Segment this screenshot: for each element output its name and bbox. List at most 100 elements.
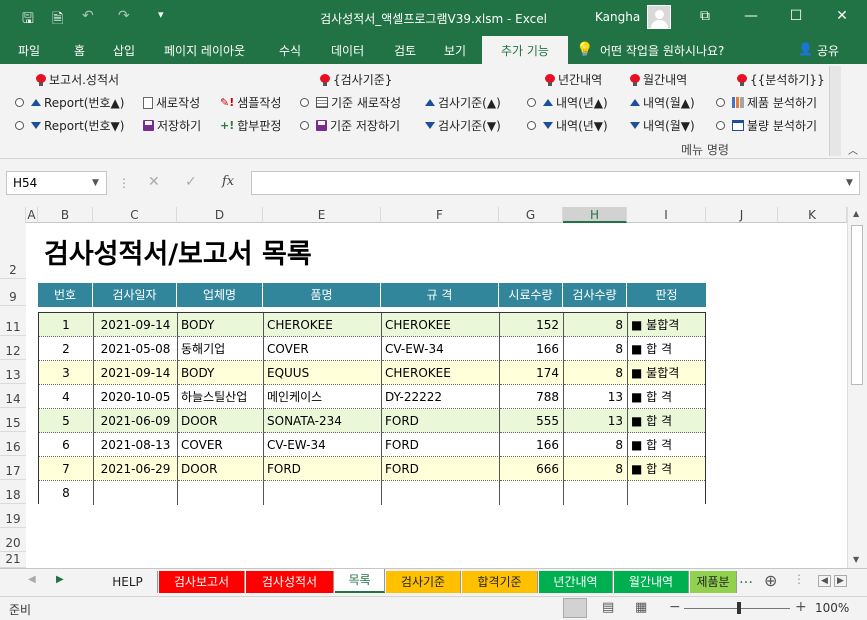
cell-product[interactable]: EQUUS bbox=[264, 361, 382, 385]
cell-sample-qty[interactable]: 166 bbox=[500, 433, 564, 457]
redo-icon[interactable]: ↷ bbox=[118, 8, 130, 24]
cell-inspect-qty[interactable]: 13 bbox=[564, 409, 628, 433]
cell-result[interactable] bbox=[628, 481, 705, 505]
formula-input[interactable] bbox=[251, 171, 860, 195]
cell-company[interactable]: DOOR bbox=[178, 409, 264, 433]
cell-result[interactable]: ■ 합 격 bbox=[628, 433, 705, 457]
maximize-icon[interactable]: ☐ bbox=[786, 8, 806, 24]
cell-product[interactable]: FORD bbox=[264, 457, 382, 481]
cell-company[interactable] bbox=[178, 481, 264, 505]
year-up-button[interactable]: 내역(년▲) bbox=[527, 94, 608, 111]
sample-button[interactable]: ✎! 샘플작성 bbox=[220, 94, 281, 111]
radio-icon[interactable] bbox=[527, 121, 536, 130]
tab-home[interactable]: 홈 bbox=[74, 42, 85, 59]
tab-add-ins[interactable]: 추가 기능 bbox=[482, 36, 568, 64]
column-header-c[interactable]: C bbox=[93, 207, 177, 223]
radio-icon[interactable] bbox=[15, 98, 24, 107]
ribbon-display-icon[interactable]: ⧉ bbox=[695, 8, 715, 24]
month-up-button[interactable]: 내역(월▲) bbox=[630, 94, 695, 111]
sheet-tab[interactable]: 합격기준 bbox=[462, 571, 538, 593]
cell-date[interactable] bbox=[94, 481, 178, 505]
avatar[interactable] bbox=[647, 5, 671, 29]
sheet-tab[interactable]: 검사보고서 bbox=[159, 571, 245, 593]
save-icon[interactable]: 🖫 bbox=[22, 8, 34, 32]
cell-result[interactable]: ■ 합 격 bbox=[628, 457, 705, 481]
share-button[interactable]: 공유 bbox=[817, 42, 839, 59]
cell-no[interactable]: 6 bbox=[39, 433, 94, 457]
sheet-tab[interactable]: 년간내역 bbox=[539, 571, 613, 593]
report-down-button[interactable]: Report(번호▼) bbox=[15, 117, 124, 134]
cell-product[interactable]: 메인케이스 bbox=[264, 385, 382, 409]
row-header-20[interactable]: 20 bbox=[0, 528, 26, 552]
more-sheets-icon[interactable]: … bbox=[739, 571, 753, 587]
cell-inspect-qty[interactable]: 8 bbox=[564, 433, 628, 457]
cell-date[interactable]: 2021-06-29 bbox=[94, 457, 178, 481]
cell-date[interactable]: 2021-08-13 bbox=[94, 433, 178, 457]
zoom-level[interactable]: 100% bbox=[815, 601, 849, 615]
chevron-down-icon[interactable]: ▼ bbox=[92, 178, 99, 188]
close-icon[interactable]: ✕ bbox=[832, 8, 852, 24]
month-down-button[interactable]: 내역(월▼) bbox=[630, 117, 695, 134]
cell-inspect-qty[interactable]: 8 bbox=[564, 337, 628, 361]
tell-me-box[interactable]: 어떤 작업을 원하시나요? bbox=[600, 42, 724, 59]
scroll-up-icon[interactable]: ▲ bbox=[853, 209, 859, 218]
tab-file[interactable]: 파일 bbox=[18, 42, 40, 59]
cell-company[interactable]: BODY bbox=[178, 361, 264, 385]
cell-date[interactable]: 2021-09-14 bbox=[94, 313, 178, 337]
cell-no[interactable]: 2 bbox=[39, 337, 94, 361]
select-all-corner[interactable] bbox=[0, 207, 26, 223]
criteria-save-button[interactable]: 기준 저장하기 bbox=[300, 117, 400, 134]
column-header-i[interactable]: I bbox=[627, 207, 706, 223]
cell-spec[interactable]: FORD bbox=[382, 457, 500, 481]
sheet-tab[interactable]: 검사성적서 bbox=[246, 571, 334, 593]
enter-icon[interactable]: ✓ bbox=[185, 174, 197, 190]
zoom-slider-thumb[interactable] bbox=[737, 602, 741, 614]
cell-no[interactable]: 1 bbox=[39, 313, 94, 337]
criteria-up-button[interactable]: 검사기준(▲) bbox=[425, 94, 501, 111]
cell-company[interactable]: COVER bbox=[178, 433, 264, 457]
cell-spec[interactable]: FORD bbox=[382, 433, 500, 457]
page-layout-view-icon[interactable]: ▤ bbox=[602, 600, 614, 615]
row-header-16[interactable]: 16 bbox=[0, 432, 26, 456]
tab-page-layout[interactable]: 페이지 레이아웃 bbox=[164, 42, 245, 59]
row-header-11[interactable]: 11 bbox=[0, 306, 26, 336]
radio-icon[interactable] bbox=[300, 98, 309, 107]
radio-icon[interactable] bbox=[716, 121, 725, 130]
cell-inspect-qty[interactable]: 8 bbox=[564, 361, 628, 385]
tab-data[interactable]: 데이터 bbox=[331, 42, 364, 59]
add-sheet-icon[interactable]: ⊕ bbox=[764, 571, 777, 590]
save-button[interactable]: 저장하기 bbox=[143, 117, 201, 134]
radio-icon[interactable] bbox=[527, 98, 536, 107]
cell-date[interactable]: 2021-09-14 bbox=[94, 361, 178, 385]
cell-no[interactable]: 5 bbox=[39, 409, 94, 433]
product-analysis-button[interactable]: 제품 분석하기 bbox=[716, 94, 817, 111]
criteria-down-button[interactable]: 검사기준(▼) bbox=[425, 117, 501, 134]
vertical-scrollbar[interactable]: ▲ ▼ bbox=[847, 207, 867, 568]
cell-date[interactable]: 2020-10-05 bbox=[94, 385, 178, 409]
cell-no[interactable]: 3 bbox=[39, 361, 94, 385]
cell-date[interactable]: 2021-06-09 bbox=[94, 409, 178, 433]
new-doc-button[interactable]: 새로작성 bbox=[143, 94, 200, 111]
tab-view[interactable]: 보기 bbox=[444, 42, 466, 59]
cell-product[interactable]: SONATA-234 bbox=[264, 409, 382, 433]
row-header-15[interactable]: 15 bbox=[0, 408, 26, 432]
print-preview-icon[interactable]: 🗎 bbox=[52, 8, 63, 32]
sheet-tab[interactable]: 검사기준 bbox=[386, 571, 461, 593]
year-down-button[interactable]: 내역(년▼) bbox=[527, 117, 608, 134]
user-name[interactable]: Kangha bbox=[595, 10, 640, 24]
customize-qat-icon[interactable]: ▾ bbox=[158, 8, 164, 21]
column-header-k[interactable]: K bbox=[778, 207, 847, 223]
cell-result[interactable]: ■ 합 격 bbox=[628, 409, 705, 433]
scroll-down-icon[interactable]: ▼ bbox=[853, 555, 859, 564]
cell-sample-qty[interactable] bbox=[500, 481, 564, 505]
defect-analysis-button[interactable]: 불량 분석하기 bbox=[716, 117, 817, 134]
cell-spec[interactable]: CV-EW-34 bbox=[382, 337, 500, 361]
row-header-17[interactable]: 17 bbox=[0, 456, 26, 480]
cell-company[interactable]: BODY bbox=[178, 313, 264, 337]
criteria-new-button[interactable]: 기준 새로작성 bbox=[300, 94, 401, 111]
cell-spec[interactable]: CHEROKEE bbox=[382, 313, 500, 337]
cell-no[interactable]: 4 bbox=[39, 385, 94, 409]
radio-icon[interactable] bbox=[716, 98, 725, 107]
cell-sample-qty[interactable]: 166 bbox=[500, 337, 564, 361]
row-header-19[interactable]: 19 bbox=[0, 504, 26, 528]
